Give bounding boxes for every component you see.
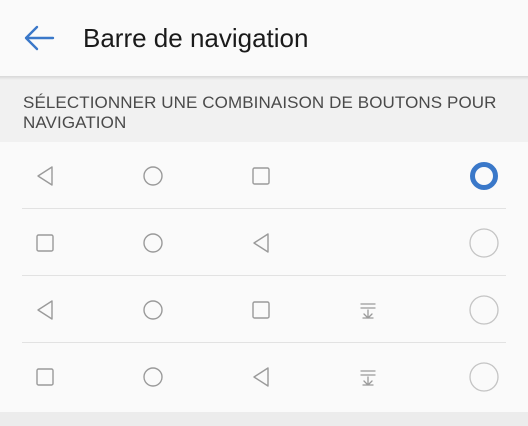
app-bar-shadow: [0, 76, 528, 80]
home-circle-icon: [143, 233, 163, 253]
app-bar: Barre de navigation: [0, 0, 528, 76]
list-item-option-1[interactable]: [0, 142, 528, 209]
back-triangle-icon: [253, 367, 269, 387]
back-button[interactable]: [22, 24, 56, 52]
arrow-left-icon: [24, 25, 55, 51]
recents-square-icon: [252, 301, 270, 319]
section-header: SÉLECTIONNER UNE COMBINAISON DE BOUTONS …: [23, 93, 497, 132]
recents-square-icon: [252, 167, 270, 185]
back-triangle-icon: [37, 166, 53, 186]
back-triangle-icon: [253, 233, 269, 253]
list-bottom-spacer: [0, 412, 528, 426]
navigation-combination-list: [0, 142, 528, 412]
home-circle-icon: [143, 300, 163, 320]
list-item-option-3[interactable]: [0, 276, 528, 343]
recents-square-icon: [36, 234, 54, 252]
radio-button[interactable]: [469, 362, 499, 392]
list-item-option-4[interactable]: [0, 343, 528, 410]
recents-square-icon: [36, 368, 54, 386]
home-circle-icon: [143, 367, 163, 387]
page-title: Barre de navigation: [83, 23, 309, 53]
list-item-option-2[interactable]: [0, 209, 528, 276]
radio-button-selected[interactable]: [469, 161, 499, 191]
radio-button[interactable]: [469, 228, 499, 258]
home-circle-icon: [143, 166, 163, 186]
notification-pulldown-icon: [360, 370, 376, 386]
notification-pulldown-icon: [360, 303, 376, 319]
back-triangle-icon: [37, 300, 53, 320]
radio-button[interactable]: [469, 295, 499, 325]
